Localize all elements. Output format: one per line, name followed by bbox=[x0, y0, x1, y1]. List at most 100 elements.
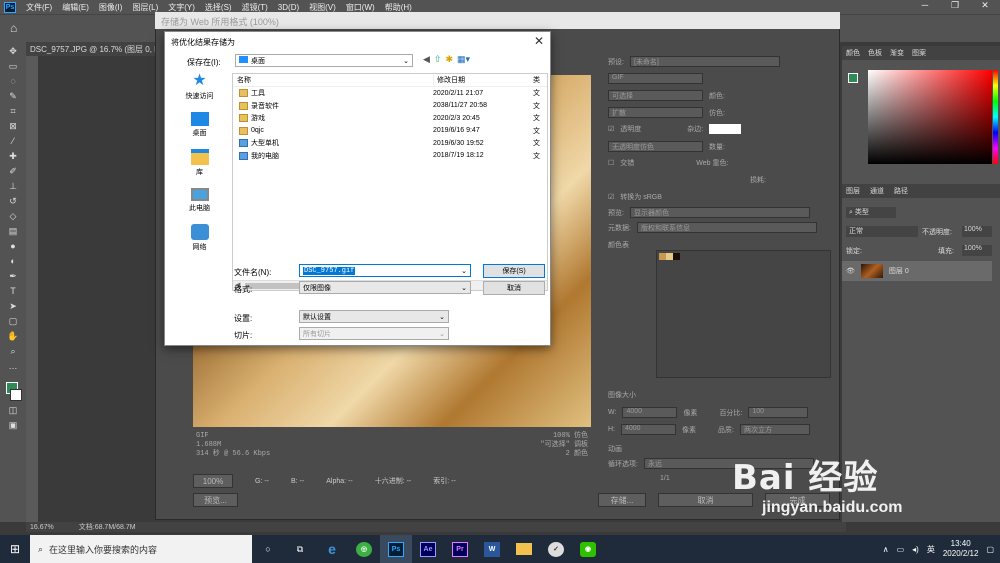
notification-chevron-icon[interactable]: ∧ bbox=[883, 545, 889, 554]
dither-select[interactable]: 扩散 bbox=[608, 107, 703, 118]
volume-icon[interactable]: ◂) bbox=[912, 545, 919, 554]
marquee-tool-icon[interactable]: ▭ bbox=[6, 60, 20, 72]
menu-image[interactable]: 图像(I) bbox=[99, 2, 123, 13]
gradient-tool-icon[interactable]: ▤ bbox=[6, 225, 20, 237]
network-icon[interactable]: ▭ bbox=[897, 545, 905, 554]
nav-network[interactable]: 网络 bbox=[169, 224, 230, 252]
height-input[interactable]: 4000 bbox=[621, 424, 676, 435]
quick-select-tool-icon[interactable]: ✎ bbox=[6, 90, 20, 102]
shape-tool-icon[interactable]: ▢ bbox=[6, 315, 20, 327]
stamp-tool-icon[interactable]: ⊥ bbox=[6, 180, 20, 192]
file-row[interactable]: 我的电脑 2018/7/19 18:12 文 bbox=[233, 150, 547, 163]
tab-channels[interactable]: 通道 bbox=[870, 186, 884, 196]
nav-quick-access[interactable]: ★ 快速访问 bbox=[169, 73, 230, 101]
interlace-checkbox[interactable]: ☐ bbox=[608, 159, 614, 167]
menu-layer[interactable]: 图层(L) bbox=[132, 2, 158, 13]
crop-tool-icon[interactable]: ⌗ bbox=[6, 105, 20, 117]
edge-icon[interactable]: e bbox=[316, 535, 348, 563]
opacity-input[interactable]: 100% bbox=[962, 226, 992, 237]
close-icon[interactable]: ✕ bbox=[534, 34, 544, 48]
transparency-dither-select[interactable]: 无透明度仿色 bbox=[608, 141, 703, 152]
cancel-button[interactable]: 取消 bbox=[483, 281, 545, 295]
file-row[interactable]: 工具 2020/2/11 21:07 文 bbox=[233, 87, 547, 100]
photoshop-task-icon[interactable]: Ps bbox=[380, 535, 412, 563]
windows-start-icon[interactable]: ⊞ bbox=[0, 535, 30, 563]
save-in-select[interactable]: 桌面 ⌄ bbox=[235, 54, 413, 67]
reduction-select[interactable]: 可选择 bbox=[608, 90, 703, 101]
tab-color[interactable]: 颜色 bbox=[846, 48, 860, 58]
column-date[interactable]: 修改日期 bbox=[433, 75, 533, 85]
layer-filter-select[interactable]: ⌕ 类型 bbox=[846, 207, 896, 218]
ime-indicator[interactable]: 英 bbox=[927, 544, 935, 555]
menu-window[interactable]: 窗口(W) bbox=[346, 2, 375, 13]
brush-tool-icon[interactable]: ✐ bbox=[6, 165, 20, 177]
nav-desktop[interactable]: 桌面 bbox=[169, 112, 230, 138]
zoom-select[interactable]: 100% bbox=[193, 474, 233, 488]
eye-icon[interactable]: 👁 bbox=[846, 267, 855, 275]
screen-mode-icon[interactable]: ▣ bbox=[6, 419, 20, 431]
convert-srgb-checkbox[interactable]: ☑ bbox=[608, 193, 614, 201]
back-icon[interactable]: ◀ bbox=[423, 54, 430, 65]
taskbar-search[interactable]: ⌕ 在这里输入你要搜索的内容 bbox=[30, 535, 252, 563]
notification-icon[interactable]: ▢ bbox=[986, 545, 994, 554]
blend-mode-select[interactable]: 正常 bbox=[846, 226, 918, 237]
home-icon[interactable]: ⌂ bbox=[10, 21, 17, 35]
matte-swatch[interactable] bbox=[709, 124, 742, 134]
menu-help[interactable]: 帮助(H) bbox=[385, 2, 412, 13]
eyedropper-tool-icon[interactable]: ⁄ bbox=[6, 135, 20, 147]
browser-icon[interactable]: ◎ bbox=[348, 535, 380, 563]
fill-input[interactable]: 100% bbox=[962, 245, 992, 256]
frame-tool-icon[interactable]: ⊠ bbox=[6, 120, 20, 132]
preset-select[interactable]: [未命名] bbox=[629, 56, 780, 67]
file-row[interactable]: 录音软件 2038/11/27 20:58 文 bbox=[233, 100, 547, 113]
tab-swatches[interactable]: 色板 bbox=[868, 48, 882, 58]
tab-layers[interactable]: 图层 bbox=[846, 186, 860, 196]
background-color-swatch[interactable] bbox=[10, 389, 22, 401]
file-row[interactable]: 0qjc 2019/6/16 9:47 文 bbox=[233, 125, 547, 138]
settings-select[interactable]: 默认设置 ⌄ bbox=[299, 310, 449, 323]
cortana-icon[interactable]: ○ bbox=[252, 535, 284, 563]
quick-mask-icon[interactable]: ◫ bbox=[6, 404, 20, 416]
layer-row[interactable]: 👁 图层 0 bbox=[842, 261, 992, 281]
color-picker-field[interactable] bbox=[868, 70, 992, 164]
nav-this-pc[interactable]: 此电脑 bbox=[169, 188, 230, 213]
dodge-tool-icon[interactable]: ◐ bbox=[6, 255, 20, 267]
word-icon[interactable]: W bbox=[476, 535, 508, 563]
color-swatch[interactable] bbox=[659, 253, 666, 260]
new-folder-icon[interactable]: ✱ bbox=[445, 54, 453, 65]
type-tool-icon[interactable]: T bbox=[6, 285, 20, 297]
file-row[interactable]: 大型单机 2019/6/30 19:52 文 bbox=[233, 137, 547, 150]
lasso-tool-icon[interactable]: ◌ bbox=[6, 75, 20, 87]
format-select[interactable]: 仅限图像 ⌄ bbox=[299, 281, 471, 294]
pen-tool-icon[interactable]: ✒ bbox=[6, 270, 20, 282]
tab-paths[interactable]: 路径 bbox=[894, 186, 908, 196]
quality-select[interactable]: 两次立方 bbox=[739, 424, 810, 435]
maximize-icon[interactable]: ❐ bbox=[940, 0, 970, 14]
menu-3d[interactable]: 3D(D) bbox=[278, 3, 299, 12]
hand-tool-icon[interactable]: ✋ bbox=[6, 330, 20, 342]
close-icon[interactable]: ✕ bbox=[970, 0, 1000, 14]
save-button[interactable]: 保存(S) bbox=[483, 264, 545, 278]
filename-input[interactable]: DSC_9757.gif ⌄ bbox=[299, 264, 471, 277]
menu-edit[interactable]: 编辑(E) bbox=[62, 2, 89, 13]
preview-mode-select[interactable]: 显示器颜色 bbox=[629, 207, 810, 218]
healing-tool-icon[interactable]: ✚ bbox=[6, 150, 20, 162]
minimize-icon[interactable]: ─ bbox=[910, 0, 940, 14]
view-menu-icon[interactable]: ▦▾ bbox=[457, 54, 470, 65]
menu-filter[interactable]: 滤镜(T) bbox=[242, 2, 268, 13]
move-tool-icon[interactable]: ✥ bbox=[6, 45, 20, 57]
zoom-tool-icon[interactable]: ⌕ bbox=[6, 345, 20, 357]
menu-view[interactable]: 视图(V) bbox=[309, 2, 336, 13]
app-icon[interactable]: ✓ bbox=[540, 535, 572, 563]
tab-gradients[interactable]: 渐变 bbox=[890, 48, 904, 58]
history-brush-icon[interactable]: ↺ bbox=[6, 195, 20, 207]
eraser-tool-icon[interactable]: ◇ bbox=[6, 210, 20, 222]
premiere-icon[interactable]: Pr bbox=[444, 535, 476, 563]
after-effects-icon[interactable]: Ae bbox=[412, 535, 444, 563]
menu-select[interactable]: 选择(S) bbox=[205, 2, 232, 13]
panel-foreground-swatch[interactable] bbox=[848, 73, 858, 83]
clock[interactable]: 13:40 2020/2/12 bbox=[943, 539, 979, 559]
file-explorer-icon[interactable] bbox=[508, 535, 540, 563]
color-swatch[interactable] bbox=[666, 253, 673, 260]
hue-slider[interactable] bbox=[993, 70, 998, 164]
